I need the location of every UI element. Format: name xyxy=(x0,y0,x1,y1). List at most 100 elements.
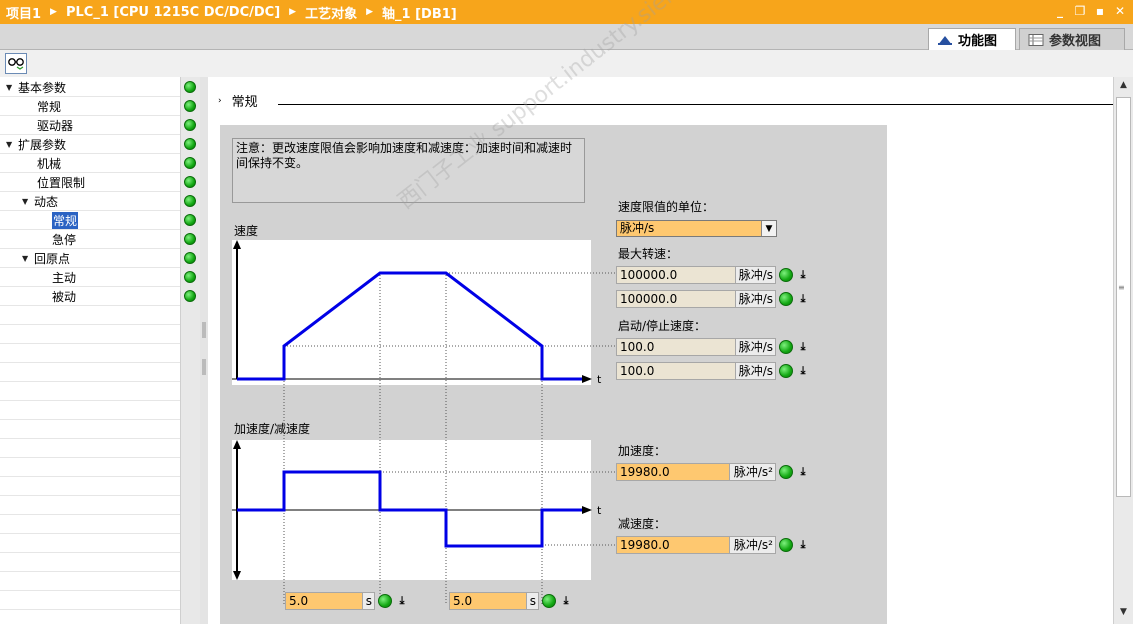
tab-label: 参数视图 xyxy=(1049,34,1102,49)
status-ok-icon xyxy=(184,233,196,245)
breadcrumb-item-project[interactable]: 项目1 xyxy=(6,3,41,22)
chevron-down-icon[interactable]: ▼ xyxy=(761,221,776,236)
download-icon[interactable]: ⤓ xyxy=(796,464,810,480)
empty-row xyxy=(0,534,180,553)
download-icon[interactable]: ⤓ xyxy=(796,267,810,283)
content-area: › 常规 注意：更改速度限值会影响加速度和减速度：加速时间和减速时间保持不变。 … xyxy=(208,77,1113,624)
expand-triangle-icon[interactable]: ▼ xyxy=(22,254,30,263)
download-icon[interactable]: ⤓ xyxy=(395,593,409,609)
function-view-icon xyxy=(938,35,952,45)
breadcrumb-item-plc[interactable]: PLC_1 [CPU 1215C DC/DC/DC] xyxy=(66,5,280,20)
download-icon[interactable]: ⤓ xyxy=(796,291,810,307)
nav-item-homing[interactable]: ▼ 回原点 xyxy=(0,249,180,268)
max-speed-label: 最大转速： xyxy=(618,247,679,261)
empty-row xyxy=(0,363,180,382)
empty-row xyxy=(0,439,180,458)
max-speed-field-1: 100000.0 脉冲/s ⤓ xyxy=(616,266,810,284)
empty-row xyxy=(0,344,180,363)
status-ok-icon xyxy=(184,100,196,112)
expand-triangle-icon[interactable]: ▼ xyxy=(22,197,30,206)
splitter-grip[interactable] xyxy=(202,359,206,375)
splitter-grip[interactable] xyxy=(202,322,206,338)
tab-label: 功能图 xyxy=(958,34,998,49)
max-speed-input-2[interactable]: 100000.0 xyxy=(616,290,736,308)
start-stop-speed-input-1[interactable]: 100.0 xyxy=(616,338,736,356)
status-ok-icon xyxy=(779,268,793,282)
nav-item-position-limits[interactable]: 位置限制 xyxy=(0,173,180,192)
status-ok-icon xyxy=(779,292,793,306)
tab-function-view[interactable]: 功能图 xyxy=(928,28,1016,50)
start-stop-speed-field-2: 100.0 脉冲/s ⤓ xyxy=(616,362,810,380)
nav-item-passive[interactable]: 被动 xyxy=(0,287,180,306)
close-button[interactable]: ✕ xyxy=(1113,4,1127,18)
acceleration-label: 加速度： xyxy=(618,444,667,458)
status-ok-icon xyxy=(542,594,556,608)
status-ok-icon xyxy=(378,594,392,608)
expand-triangle-icon[interactable]: ▼ xyxy=(6,140,14,149)
breadcrumb-item-axis[interactable]: 轴_1 [DB1] xyxy=(382,3,457,22)
download-icon[interactable]: ⤓ xyxy=(559,593,573,609)
expand-triangle-icon[interactable]: ▼ xyxy=(6,83,14,92)
nav-item-active[interactable]: 主动 xyxy=(0,268,180,287)
accel-time-input[interactable]: 5.0 xyxy=(285,592,363,610)
decel-time-input[interactable]: 5.0 xyxy=(449,592,527,610)
deceleration-field: 19980.0 脉冲/s² ⤓ xyxy=(616,536,810,554)
max-speed-input-1[interactable]: 100000.0 xyxy=(616,266,736,284)
nav-item-general[interactable]: 常规 xyxy=(0,97,180,116)
scroll-down-icon[interactable]: ▼ xyxy=(1114,604,1133,620)
glasses-icon xyxy=(8,57,24,70)
accel-time-field: 5.0 s ⤓ xyxy=(285,592,409,610)
view-tab-bar: 功能图 参数视图 xyxy=(0,24,1133,50)
pane-splitter[interactable] xyxy=(200,77,208,624)
max-speed-field-2: 100000.0 脉冲/s ⤓ xyxy=(616,290,810,308)
accel-time-unit: s xyxy=(363,592,375,610)
breadcrumb-item-technology-objects[interactable]: 工艺对象 xyxy=(305,3,357,22)
nav-item-dynamics-general[interactable]: 常规 xyxy=(0,211,180,230)
section-header[interactable]: › 常规 xyxy=(218,91,258,110)
start-stop-speed-label: 启动/停止速度： xyxy=(618,319,707,333)
nav-item-extended-params[interactable]: ▼ 扩展参数 xyxy=(0,135,180,154)
nav-item-basic-params[interactable]: ▼ 基本参数 xyxy=(0,78,180,97)
download-icon[interactable]: ⤓ xyxy=(796,363,810,379)
scroll-up-icon[interactable]: ▲ xyxy=(1114,77,1133,93)
status-ok-icon xyxy=(184,214,196,226)
nav-item-emergency-stop[interactable]: 急停 xyxy=(0,230,180,249)
deceleration-input[interactable]: 19980.0 xyxy=(616,536,730,554)
status-ok-icon xyxy=(184,176,196,188)
acceleration-unit: 脉冲/s² xyxy=(730,463,776,481)
section-title: 常规 xyxy=(231,95,258,110)
status-ok-icon xyxy=(184,195,196,207)
maximize-button[interactable]: ▪ xyxy=(1093,4,1107,18)
empty-row xyxy=(0,515,180,534)
nav-item-mechanics[interactable]: 机械 xyxy=(0,154,180,173)
empty-row xyxy=(0,306,180,325)
speed-unit-value: 脉冲/s xyxy=(617,221,761,236)
scroll-thumb[interactable] xyxy=(1116,97,1131,497)
decel-time-unit: s xyxy=(527,592,539,610)
speed-unit-label: 速度限值的单位： xyxy=(618,200,715,214)
toolbar xyxy=(0,50,1133,77)
download-icon[interactable]: ⤓ xyxy=(796,339,810,355)
glasses-button[interactable] xyxy=(5,53,27,74)
minimize-button[interactable]: _ xyxy=(1053,4,1067,18)
status-ok-icon xyxy=(184,119,196,131)
max-speed-unit-2: 脉冲/s xyxy=(736,290,776,308)
status-ok-icon xyxy=(779,364,793,378)
start-stop-speed-input-2[interactable]: 100.0 xyxy=(616,362,736,380)
max-speed-unit-1: 脉冲/s xyxy=(736,266,776,284)
status-ok-icon xyxy=(184,271,196,283)
acceleration-input[interactable]: 19980.0 xyxy=(616,463,730,481)
nav-item-dynamics[interactable]: ▼ 动态 xyxy=(0,192,180,211)
deceleration-label: 减速度： xyxy=(618,517,667,531)
status-column xyxy=(180,77,200,624)
empty-row xyxy=(0,420,180,439)
empty-row xyxy=(0,572,180,591)
vertical-scrollbar[interactable]: ▲ ≡ ▼ xyxy=(1113,77,1133,624)
speed-unit-dropdown[interactable]: 脉冲/s ▼ xyxy=(616,220,777,237)
restore-button[interactable]: ❐ xyxy=(1073,4,1087,18)
download-icon[interactable]: ⤓ xyxy=(796,537,810,553)
title-bar: 项目1 ▶ PLC_1 [CPU 1215C DC/DC/DC] ▶ 工艺对象 … xyxy=(0,0,1133,24)
nav-item-drive[interactable]: 驱动器 xyxy=(0,116,180,135)
parameter-view-icon xyxy=(1028,33,1044,46)
tab-parameter-view[interactable]: 参数视图 xyxy=(1019,28,1125,50)
